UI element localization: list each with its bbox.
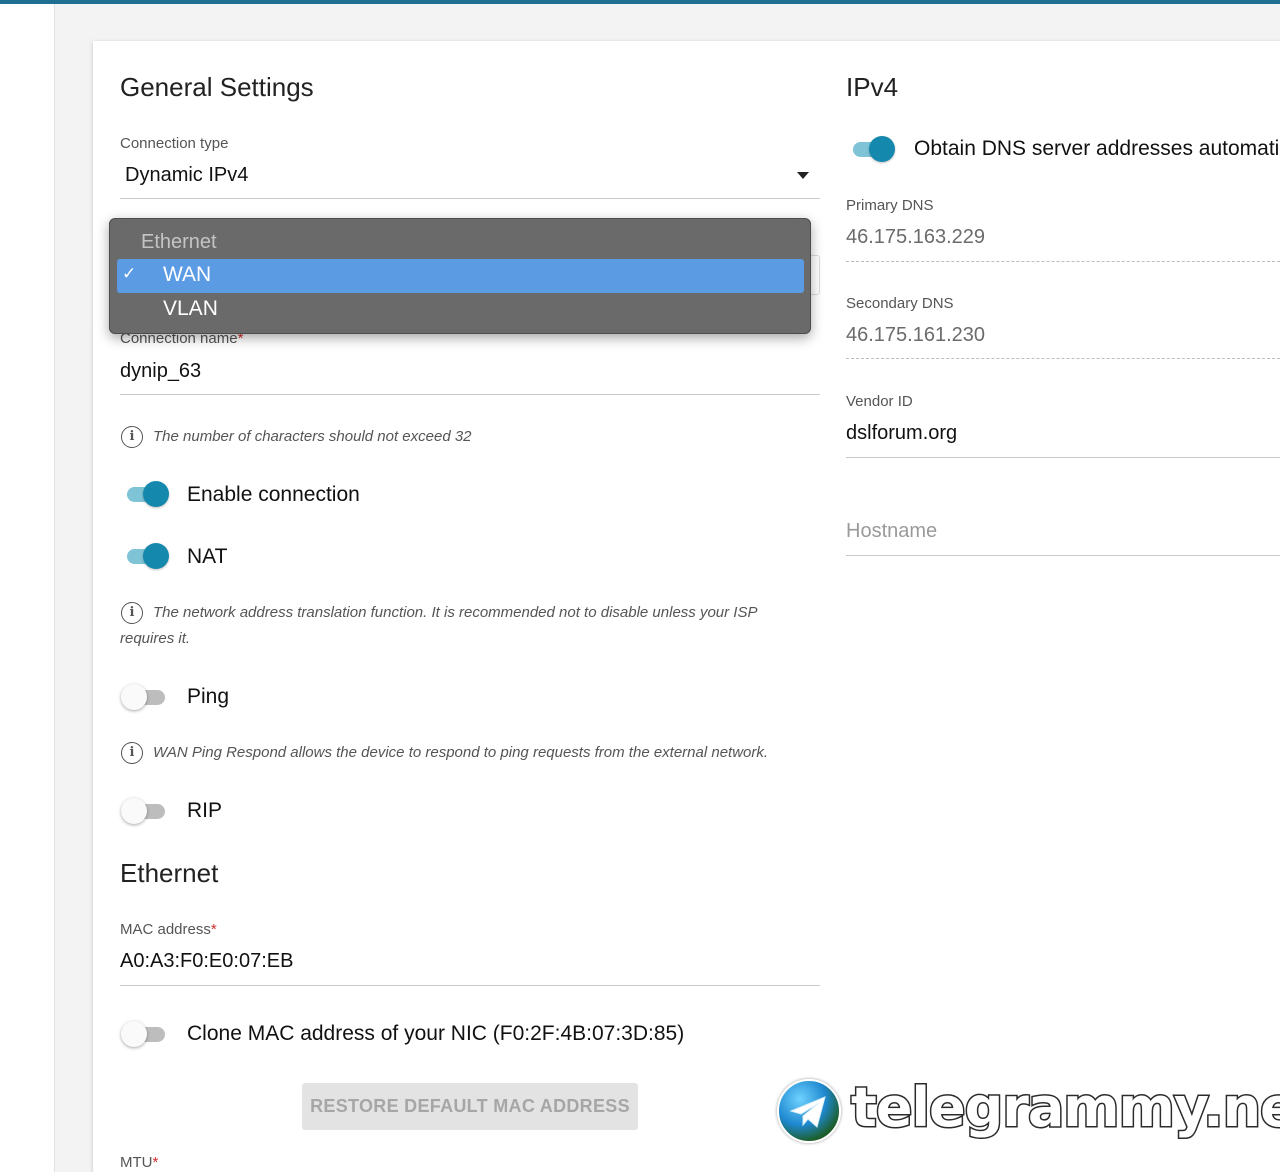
ping-label: Ping (187, 685, 230, 708)
connection-type-select[interactable]: Dynamic IPv4 (120, 160, 820, 200)
primary-dns-label: Primary DNS (846, 197, 934, 214)
secondary-dns-value: 46.175.161.230 (846, 324, 986, 346)
interface-dropdown-menu: Ethernet ✓ WAN VLAN (109, 218, 811, 334)
nat-label: NAT (187, 545, 228, 568)
secondary-dns-label: Secondary DNS (846, 295, 954, 312)
nat-hint: The network address translation function… (120, 604, 757, 647)
ipv4-title: IPv4 (846, 72, 899, 102)
vendor-id-label: Vendor ID (846, 393, 913, 410)
check-icon: ✓ (122, 264, 137, 283)
dropdown-option-vlan[interactable]: VLAN (117, 293, 804, 327)
dropdown-option-label: VLAN (163, 297, 218, 320)
vendor-id-underline (846, 457, 1280, 458)
mac-address-input[interactable]: A0:A3:F0:E0:07:EB (120, 950, 820, 973)
secondary-dns-underline (846, 358, 1280, 359)
telegram-logo-icon (777, 1079, 841, 1143)
info-icon: i (121, 742, 143, 764)
rip-toggle[interactable] (121, 797, 167, 825)
top-accent-bar (0, 0, 1280, 4)
dropdown-group-label: Ethernet (141, 231, 217, 253)
ping-toggle[interactable] (121, 683, 167, 711)
mtu-label: MTU* (120, 1154, 159, 1171)
mac-address-underline (120, 985, 820, 986)
auto-dns-toggle[interactable] (849, 135, 895, 163)
clone-mac-label: Clone MAC address of your NIC (F0:2F:4B:… (187, 1022, 685, 1045)
watermark-text: telegrammy.net (849, 1075, 1280, 1141)
connection-type-label: Connection type (120, 135, 229, 152)
dropdown-option-label: WAN (163, 263, 212, 286)
hostname-underline (846, 555, 1280, 556)
info-icon: i (121, 426, 143, 448)
dropdown-option-wan[interactable]: ✓ WAN (117, 259, 804, 293)
hostname-input[interactable]: Hostname (846, 520, 1280, 543)
restore-default-mac-button[interactable]: RESTORE DEFAULT MAC ADDRESS (302, 1083, 638, 1130)
connection-name-input[interactable]: dynip_63 (120, 360, 820, 383)
primary-dns-underline (846, 261, 1280, 262)
connection-name-hint: The number of characters should not exce… (153, 428, 472, 445)
primary-dns-value: 46.175.163.229 (846, 226, 986, 248)
connection-type-value: Dynamic IPv4 (125, 164, 249, 186)
auto-dns-label: Obtain DNS server addresses automaticall… (914, 137, 1280, 160)
connection-name-underline (120, 394, 820, 395)
ping-hint: WAN Ping Respond allows the device to re… (153, 744, 769, 761)
enable-connection-toggle[interactable] (123, 480, 169, 508)
ethernet-title: Ethernet (120, 858, 219, 888)
chevron-down-icon (797, 172, 809, 179)
rip-label: RIP (187, 799, 223, 822)
vendor-id-input[interactable]: dslforum.org (846, 422, 1280, 445)
clone-mac-toggle[interactable] (121, 1020, 167, 1048)
enable-connection-label: Enable connection (187, 483, 360, 506)
mac-address-label: MAC address* (120, 921, 217, 938)
left-sidebar (0, 4, 55, 1172)
nat-toggle[interactable] (123, 542, 169, 570)
connection-type-underline (120, 198, 820, 199)
general-settings-title: General Settings (120, 72, 314, 102)
